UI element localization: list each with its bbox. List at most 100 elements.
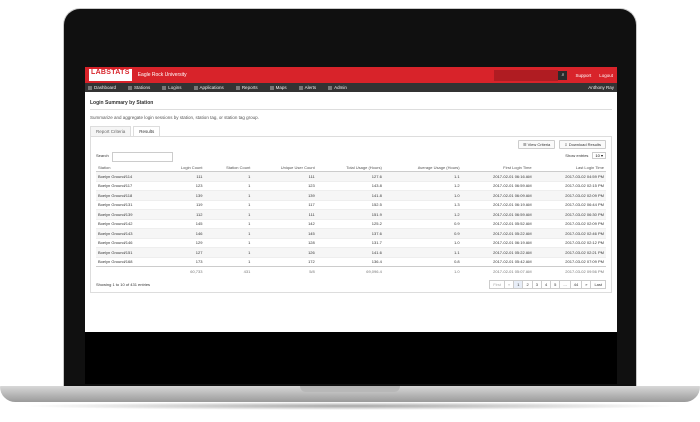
table-cell: 136.4: [316, 256, 384, 267]
table-cell: 2017-03-02 06:44 PM: [533, 199, 606, 210]
total-cell: 2017-02-01 05:07 AM: [461, 266, 534, 276]
table-row: Boelyn Ground/118 139 1 139 141.8 1.0 2017-02-…: [96, 190, 606, 200]
table-row: Boelyn Ground/114 111 1 111 127.6 1.1 2017-02-…: [96, 171, 606, 181]
nav-label: Maps: [275, 85, 287, 90]
nav-alerts[interactable]: Alerts: [298, 85, 316, 90]
table-cell: 2017-02-01 05:52 AM: [461, 218, 534, 229]
total-cell: 431: [204, 266, 253, 276]
table-cell: 2017-03-02 02:21 PM: [533, 247, 606, 257]
tab-report-criteria[interactable]: Report Criteria: [90, 126, 132, 136]
table-cell: 1.3: [383, 199, 462, 210]
table-total-row: 60,733 431 5/8 69,096.4 1.0 2017-02-01 05:07 …: [96, 266, 606, 276]
table-cell: 126: [252, 247, 317, 257]
show-entries-label: Show entries: [565, 153, 589, 158]
nav-reports[interactable]: Reports: [235, 85, 258, 90]
table-cell: 2017-03-02 07:09 PM: [533, 256, 606, 267]
global-search-input[interactable]: [494, 69, 559, 81]
table-footer: Showing 1 to 10 of 431 entries First «1 2 3…: [96, 279, 606, 289]
table-cell: 1: [204, 247, 253, 257]
total-cell: 69,096.4: [316, 266, 384, 276]
view-criteria-button[interactable]: ☰ View Criteria: [517, 140, 556, 149]
table-cell: 173: [161, 256, 205, 267]
table-cell: 152.5: [316, 199, 384, 210]
screen-bezel: [85, 332, 617, 384]
page-button[interactable]: Last: [590, 279, 606, 289]
table-cell: 123: [161, 180, 205, 191]
table-cell: Boelyn Ground/118: [96, 190, 162, 200]
show-entries-select[interactable]: 10 ▾: [592, 152, 606, 159]
chart-icon: [235, 85, 240, 90]
col-station[interactable]: Station: [96, 164, 162, 172]
table-cell: 0.8: [383, 256, 462, 267]
nav-maps[interactable]: Maps: [269, 85, 287, 90]
table-cell: 111: [161, 171, 205, 181]
col-average-usage[interactable]: Average Usage (Hours): [383, 164, 462, 172]
table-cell: 125.2: [316, 218, 384, 229]
table-cell: 2017-03-02 06:30 PM: [533, 209, 606, 219]
table-search-input[interactable]: [112, 152, 173, 162]
nav-admin[interactable]: Admin: [328, 85, 347, 90]
download-results-button[interactable]: ⇩ Download Results: [559, 140, 606, 149]
table-cell: Boelyn Ground/131: [96, 199, 162, 210]
table-cell: 141.6: [316, 247, 384, 257]
table-cell: 145: [252, 228, 317, 238]
col-login-count[interactable]: Login Count: [161, 164, 205, 172]
nav-stations[interactable]: Stations: [128, 85, 150, 90]
labstats-logo[interactable]: LABSTATS: [89, 69, 132, 81]
nav-label: Dashboard: [94, 85, 117, 90]
table-cell: 1.2: [383, 209, 462, 219]
org-name: Eagle Rock University: [137, 72, 187, 78]
table-cell: 172: [252, 256, 317, 267]
table-cell: 2017-02-01 06:09 AM: [461, 190, 534, 200]
tab-results[interactable]: Results: [133, 126, 161, 136]
screen: LABSTATS Eagle Rock University ⌕ Support…: [85, 67, 617, 332]
logo-text: LABSTATS: [91, 69, 130, 76]
table-cell: 141.8: [316, 190, 384, 200]
table-cell: 2017-03-02 02:46 PM: [533, 228, 606, 238]
table-cell: 137.6: [316, 228, 384, 238]
user-menu[interactable]: Anthony Ray: [588, 85, 614, 90]
table-cell: 2017-02-01 06:59 AM: [461, 180, 534, 191]
table-cell: 1.1: [383, 171, 462, 181]
laptop-notch: [300, 386, 400, 392]
results-panel: ☰ View Criteria ⇩ Download Results Searc…: [90, 137, 612, 293]
col-unique-user-count[interactable]: Unique User Count: [252, 164, 317, 172]
table-cell: 127: [161, 247, 205, 257]
action-row: ☰ View Criteria ⇩ Download Results: [96, 140, 606, 149]
col-total-usage[interactable]: Total Usage (Hours): [316, 164, 384, 172]
support-link[interactable]: Support: [575, 73, 591, 78]
table-cell: 2017-02-01 05:22 AM: [461, 228, 534, 238]
table-cell: 1.0: [383, 237, 462, 248]
nav-applications[interactable]: Applications: [193, 85, 224, 90]
table-cell: 139: [252, 190, 317, 200]
bell-icon: [298, 85, 303, 90]
table-cell: 129: [161, 237, 205, 248]
table-cell: 1.2: [383, 180, 462, 191]
table-cell: 1: [204, 190, 253, 200]
top-bar: LABSTATS Eagle Rock University ⌕ Support…: [85, 67, 617, 83]
view-criteria-label: View Criteria: [527, 142, 551, 147]
col-station-count[interactable]: Station Count: [204, 164, 253, 172]
search-icon[interactable]: ⌕: [558, 70, 568, 80]
table-cell: 2017-02-01 06:19 AM: [461, 199, 534, 210]
nav-logins[interactable]: Logins: [162, 85, 182, 90]
col-last-login[interactable]: Last Login Time: [533, 164, 606, 172]
col-first-login[interactable]: First Login Time: [461, 164, 534, 172]
table-row: Boelyn Ground/146 129 1 128 131.7 1.0 2017-02-…: [96, 237, 606, 248]
table-cell: 143.8: [316, 180, 384, 191]
page-title: Login Summary by Station: [90, 98, 612, 110]
total-cell: 2017-03-02 09:56 PM: [533, 266, 606, 276]
table-cell: 1: [204, 237, 253, 248]
total-cell: 60,733: [161, 266, 205, 276]
table-cell: 2017-03-02 02:15 PM: [533, 180, 606, 191]
nav-dashboard[interactable]: Dashboard: [88, 85, 116, 90]
table-row: Boelyn Ground/139 112 1 111 151.9 1.2 2017-02-…: [96, 209, 606, 219]
map-icon: [269, 85, 274, 90]
page-button[interactable]: First: [489, 279, 505, 289]
table-row: Boelyn Ground/142 145 1 142 125.2 0.9 2017-02-…: [96, 218, 606, 229]
laptop-shadow: [18, 402, 682, 410]
logout-link[interactable]: Logout: [599, 73, 613, 78]
table-cell: 0.9: [383, 218, 462, 229]
table-cell: 131.7: [316, 237, 384, 248]
table-cell: 2017-02-01 05:22 AM: [461, 247, 534, 257]
